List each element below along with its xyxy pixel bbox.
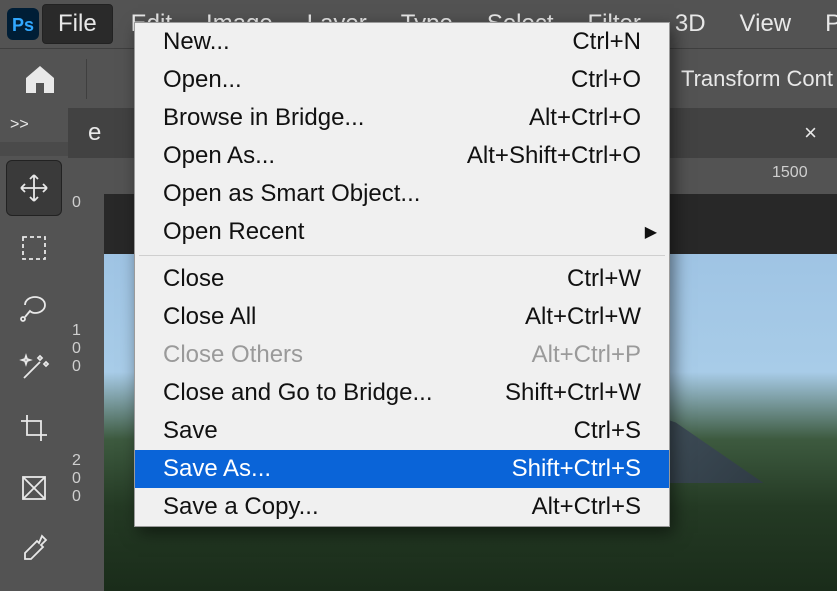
ruler-corner (0, 142, 68, 156)
menu-plugins-partial[interactable]: P (809, 4, 837, 44)
document-tab[interactable]: e (88, 119, 101, 147)
submenu-arrow-icon: ▶ (645, 222, 657, 242)
ruler-vertical[interactable]: 0 100 200 (68, 194, 104, 591)
menu-item-open-recent[interactable]: Open Recent▶ (135, 213, 669, 251)
tools-panel: >> (0, 108, 68, 591)
home-button[interactable] (18, 57, 62, 101)
menu-item-open[interactable]: Open...Ctrl+O (135, 61, 669, 99)
menu-item-save-copy[interactable]: Save a Copy...Alt+Ctrl+S (135, 488, 669, 526)
move-tool[interactable] (6, 160, 62, 216)
menu-separator (139, 255, 665, 256)
menu-item-close-others: Close OthersAlt+Ctrl+P (135, 336, 669, 374)
wand-icon (18, 352, 50, 384)
marquee-tool[interactable] (6, 220, 62, 276)
eyedropper-tool[interactable] (6, 520, 62, 576)
move-icon (18, 172, 50, 204)
lasso-tool[interactable] (6, 280, 62, 336)
frame-tool[interactable] (6, 460, 62, 516)
close-icon[interactable]: × (804, 120, 817, 146)
menu-item-save-as[interactable]: Save As...Shift+Ctrl+S (135, 450, 669, 488)
menu-item-close[interactable]: CloseCtrl+W (135, 260, 669, 298)
menu-item-open-as[interactable]: Open As...Alt+Shift+Ctrl+O (135, 137, 669, 175)
ruler-tick: 1500 (772, 164, 808, 182)
menu-item-new[interactable]: New...Ctrl+N (135, 23, 669, 61)
options-divider (86, 59, 87, 99)
menu-file[interactable]: File (42, 4, 113, 44)
ruler-tick: 0 (72, 194, 81, 212)
menu-item-open-smart-object[interactable]: Open as Smart Object... (135, 175, 669, 213)
menu-item-close-go-bridge[interactable]: Close and Go to Bridge...Shift+Ctrl+W (135, 374, 669, 412)
svg-text:Ps: Ps (12, 15, 34, 35)
crop-icon (18, 412, 50, 444)
wand-tool[interactable] (6, 340, 62, 396)
crop-tool[interactable] (6, 400, 62, 456)
marquee-icon (18, 232, 50, 264)
file-dropdown-menu: New...Ctrl+N Open...Ctrl+O Browse in Bri… (134, 22, 670, 527)
ruler-tick: 100 (72, 322, 81, 376)
menu-item-close-all[interactable]: Close AllAlt+Ctrl+W (135, 298, 669, 336)
photoshop-logo-icon: Ps (6, 4, 40, 44)
toolbar-expand-toggle[interactable]: >> (0, 108, 68, 142)
frame-icon (18, 472, 50, 504)
menu-item-save[interactable]: SaveCtrl+S (135, 412, 669, 450)
show-transform-controls-label: Transform Cont (681, 66, 837, 92)
menu-item-browse-bridge[interactable]: Browse in Bridge...Alt+Ctrl+O (135, 99, 669, 137)
home-icon (22, 61, 58, 97)
lasso-icon (18, 292, 50, 324)
menu-view[interactable]: View (724, 4, 808, 44)
eyedropper-icon (18, 532, 50, 564)
ruler-tick: 200 (72, 452, 81, 506)
